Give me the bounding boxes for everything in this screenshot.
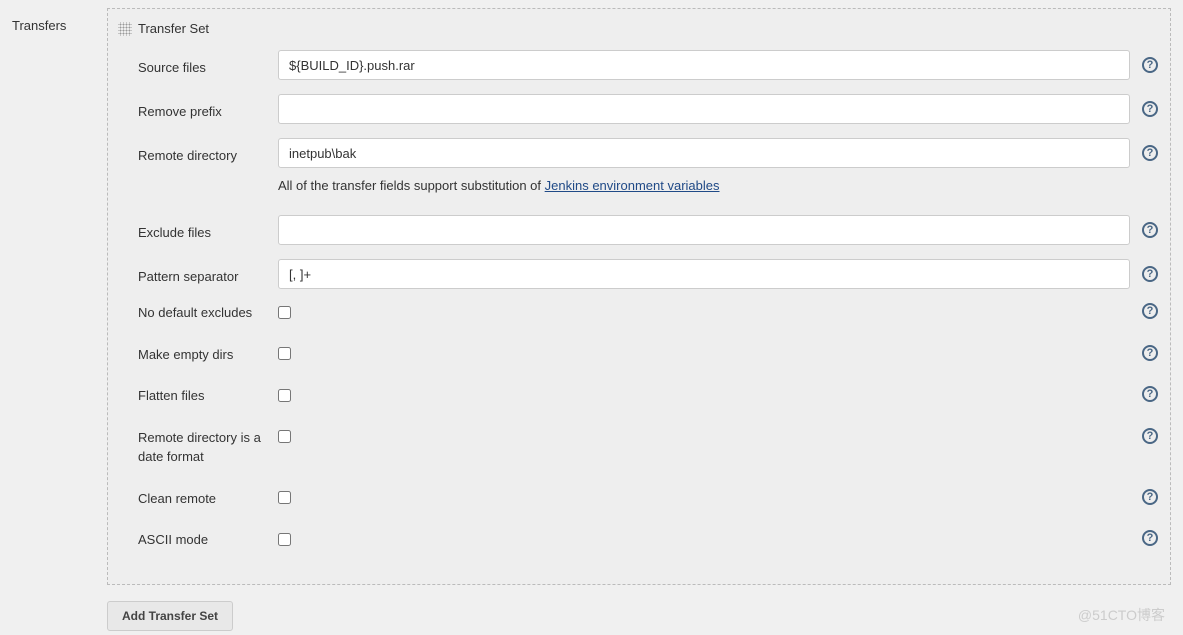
transfer-set-header-text: Transfer Set: [138, 21, 209, 36]
clean-remote-checkbox[interactable]: [278, 491, 291, 504]
source-files-input[interactable]: [278, 50, 1130, 80]
help-icon[interactable]: ?: [1142, 266, 1158, 282]
watermark: @51CTO博客: [1078, 605, 1165, 625]
drag-handle-icon[interactable]: [118, 22, 132, 36]
no-default-excludes-label: No default excludes: [138, 303, 278, 323]
help-icon[interactable]: ?: [1142, 345, 1158, 361]
source-files-label: Source files: [138, 50, 278, 78]
make-empty-dirs-checkbox[interactable]: [278, 347, 291, 360]
no-default-excludes-checkbox[interactable]: [278, 306, 291, 319]
note-prefix: All of the transfer fields support subst…: [278, 178, 545, 193]
help-icon[interactable]: ?: [1142, 303, 1158, 319]
remote-directory-input[interactable]: [278, 138, 1130, 168]
pattern-separator-input[interactable]: [278, 259, 1130, 289]
jenkins-env-vars-link[interactable]: Jenkins environment variables: [545, 178, 720, 193]
remove-prefix-input[interactable]: [278, 94, 1130, 124]
clean-remote-label: Clean remote: [138, 489, 278, 509]
add-transfer-set-button[interactable]: Add Transfer Set: [107, 601, 233, 631]
exclude-files-input[interactable]: [278, 215, 1130, 245]
help-icon[interactable]: ?: [1142, 222, 1158, 238]
flatten-files-label: Flatten files: [138, 386, 278, 406]
remove-prefix-label: Remove prefix: [138, 94, 278, 122]
remote-dir-is-date-label: Remote directory is a date format: [138, 428, 278, 467]
flatten-files-checkbox[interactable]: [278, 389, 291, 402]
help-icon[interactable]: ?: [1142, 530, 1158, 546]
pattern-separator-label: Pattern separator: [138, 259, 278, 287]
help-icon[interactable]: ?: [1142, 489, 1158, 505]
help-icon[interactable]: ?: [1142, 428, 1158, 444]
help-icon[interactable]: ?: [1142, 57, 1158, 73]
help-icon[interactable]: ?: [1142, 145, 1158, 161]
make-empty-dirs-label: Make empty dirs: [138, 345, 278, 365]
transfer-set-header: Transfer Set: [118, 21, 1170, 36]
transfer-set-panel: Transfer Set Source files ? Remove prefi…: [107, 8, 1171, 585]
ascii-mode-label: ASCII mode: [138, 530, 278, 550]
remote-dir-is-date-checkbox[interactable]: [278, 430, 291, 443]
substitution-note: All of the transfer fields support subst…: [118, 178, 1170, 193]
help-icon[interactable]: ?: [1142, 386, 1158, 402]
ascii-mode-checkbox[interactable]: [278, 533, 291, 546]
help-icon[interactable]: ?: [1142, 101, 1158, 117]
remote-directory-label: Remote directory: [138, 138, 278, 166]
exclude-files-label: Exclude files: [138, 215, 278, 243]
section-title: Transfers: [12, 8, 107, 585]
